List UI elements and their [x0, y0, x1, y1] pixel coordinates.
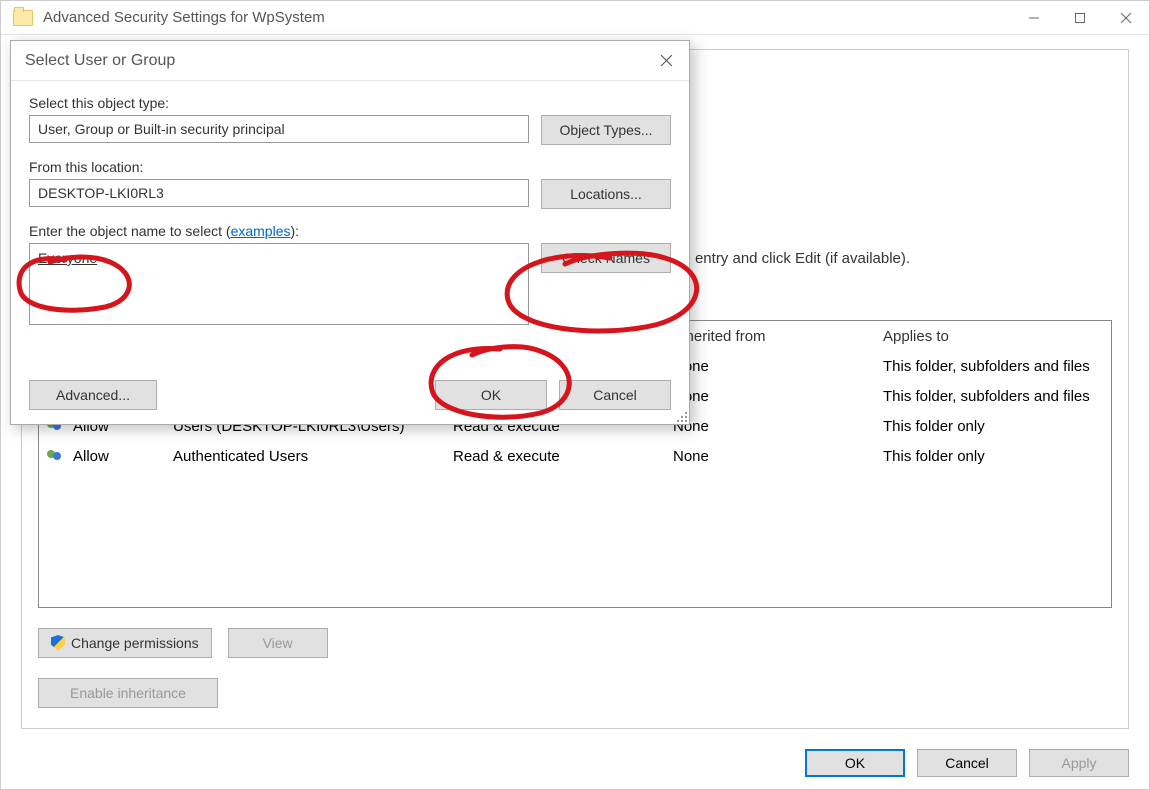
parent-cancel-button[interactable]: Cancel — [917, 749, 1017, 777]
window-controls — [1011, 1, 1149, 34]
advanced-button[interactable]: Advanced... — [29, 380, 157, 410]
locations-button[interactable]: Locations... — [541, 179, 671, 209]
child-titlebar: Select User or Group — [11, 41, 689, 81]
object-type-field[interactable]: User, Group or Built-in security princip… — [29, 115, 529, 143]
resize-grip[interactable] — [673, 408, 687, 422]
parent-ok-button[interactable]: OK — [805, 749, 905, 777]
select-user-group-dialog: Select User or Group Select this object … — [10, 40, 690, 425]
parent-titlebar: Advanced Security Settings for WpSystem — [1, 1, 1149, 35]
location-field[interactable]: DESKTOP-LKI0RL3 — [29, 179, 529, 207]
cancel-button[interactable]: Cancel — [559, 380, 671, 410]
object-type-label: Select this object type: — [29, 95, 671, 111]
object-name-input[interactable]: Everyone — [29, 243, 529, 325]
parent-apply-button[interactable]: Apply — [1029, 749, 1129, 777]
child-close-button[interactable] — [643, 41, 689, 80]
minimize-button[interactable] — [1011, 1, 1057, 34]
shield-icon — [51, 635, 65, 651]
child-body: Select this object type: User, Group or … — [11, 81, 689, 424]
view-button[interactable]: View — [228, 628, 328, 658]
change-permissions-button[interactable]: Change permissions — [38, 628, 212, 658]
maximize-button[interactable] — [1057, 1, 1103, 34]
close-button[interactable] — [1103, 1, 1149, 34]
group-icon — [47, 448, 67, 464]
object-types-button[interactable]: Object Types... — [541, 115, 671, 145]
ok-button[interactable]: OK — [435, 380, 547, 410]
parent-window-title: Advanced Security Settings for WpSystem — [43, 9, 1011, 26]
child-window-title: Select User or Group — [25, 52, 643, 70]
location-label: From this location: — [29, 159, 671, 175]
object-name-label: Enter the object name to select (example… — [29, 223, 671, 239]
parent-dialog-buttons: OK Cancel Apply — [805, 749, 1129, 777]
col-applies: Applies to — [883, 328, 1103, 345]
col-inherited: Inherited from — [673, 328, 883, 345]
table-row[interactable]: Allow Authenticated Users Read & execute… — [39, 441, 1111, 471]
enable-inheritance-button[interactable]: Enable inheritance — [38, 678, 218, 708]
check-names-button[interactable]: Check Names — [541, 243, 671, 273]
examples-link[interactable]: examples — [231, 223, 291, 239]
permission-action-buttons: Change permissions View — [38, 628, 328, 658]
folder-icon — [13, 10, 33, 26]
